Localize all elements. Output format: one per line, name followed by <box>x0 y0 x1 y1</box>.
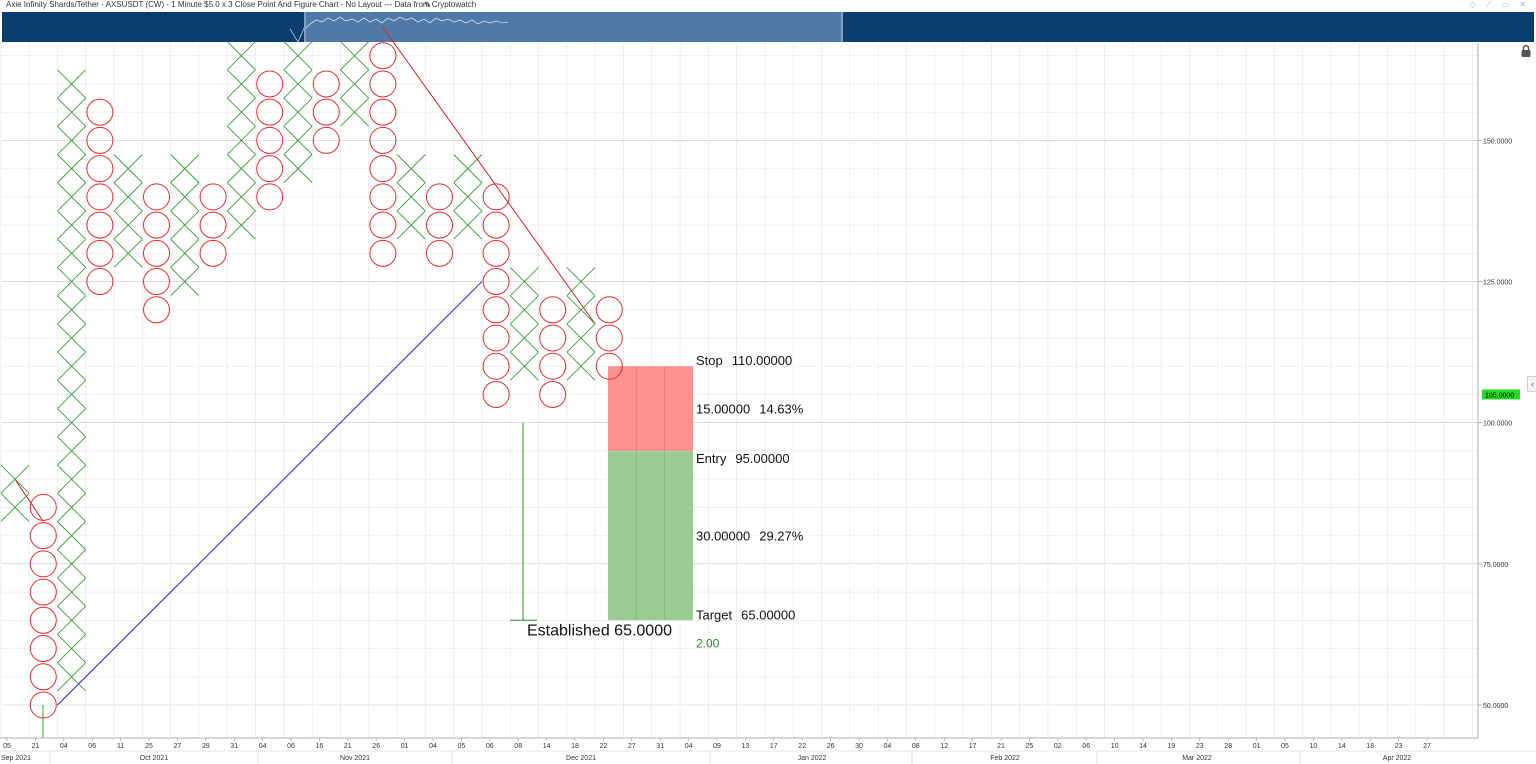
x-tick-label: 12 <box>940 743 948 750</box>
x-tick-label: 17 <box>770 743 778 750</box>
x-tick-label: 04 <box>685 743 693 750</box>
target-label-part: 65.00000 <box>741 607 795 622</box>
x-tick-label: 18 <box>1366 743 1374 750</box>
x-tick-label: 26 <box>372 743 380 750</box>
x-tick-label: 05 <box>458 743 466 750</box>
y-tick-label: 50.0000 <box>1483 703 1508 710</box>
reward-zone <box>608 450 693 621</box>
x-tick-label: 14 <box>543 743 551 750</box>
month-label: Apr 2022 <box>1383 755 1412 762</box>
target-label-part: Target <box>696 607 733 622</box>
x-tick-label: 14 <box>1338 743 1346 750</box>
x-tick-label: 29 <box>202 743 210 750</box>
y-tick-label: 100.0000 <box>1483 421 1512 428</box>
price-count: Established 65.0000 <box>42 422 672 738</box>
risk-label-part: 15.00000 <box>696 402 750 417</box>
y-tick-label: 75.0000 <box>1483 562 1508 569</box>
x-tick-label: 08 <box>514 743 522 750</box>
x-tick-label: 27 <box>174 743 182 750</box>
entry-label-part: 95.00000 <box>735 451 789 466</box>
trendline-bullish-support <box>57 281 483 706</box>
x-tick-label: 01 <box>1253 743 1261 750</box>
month-label: Mar 2022 <box>1182 755 1212 762</box>
entry-label: Entry 95.00000 <box>696 451 790 466</box>
last-price-label: 105.0000 <box>1485 392 1514 399</box>
x-tick-label: 17 <box>969 743 977 750</box>
reward-label-part: 30.00000 <box>696 529 750 544</box>
reward-label: 30.00000 29.27% <box>696 529 804 544</box>
risk-label: 15.00000 14.63% <box>696 402 804 417</box>
month-label: Sep 2021 <box>1 755 31 762</box>
x-tick-label: 05 <box>3 743 11 750</box>
entry-label-part: Entry <box>696 451 727 466</box>
stop-label-part: 110.00000 <box>732 353 793 368</box>
x-tick-label: 02 <box>1054 743 1062 750</box>
month-label: Dec 2021 <box>566 755 596 762</box>
x-tick-label: 18 <box>571 743 579 750</box>
chevron-left-icon[interactable]: ‹ <box>1527 376 1536 392</box>
x-tick-label: 11 <box>117 743 124 750</box>
x-tick-label: 30 <box>855 743 863 750</box>
x-tick-label: 23 <box>1196 743 1204 750</box>
x-tick-label: 10 <box>1310 743 1318 750</box>
x-tick-label: 22 <box>600 743 608 750</box>
x-tick-label: 27 <box>628 743 636 750</box>
x-tick-label: 04 <box>60 743 68 750</box>
lock-icon[interactable] <box>1519 44 1533 58</box>
x-tick-label: 26 <box>827 743 835 750</box>
x-tick-label: 01 <box>401 743 409 750</box>
x-tick-label: 21 <box>997 743 1005 750</box>
ratio-label: 2.00 <box>696 636 720 650</box>
x-tick-label: 04 <box>884 743 892 750</box>
x-tick-label: 06 <box>486 743 494 750</box>
pnf-columns <box>0 41 623 719</box>
x-tick-label: 09 <box>713 743 721 750</box>
x-tick-label: 04 <box>259 743 267 750</box>
grid <box>0 43 1478 738</box>
x-tick-label: 05 <box>1281 743 1289 750</box>
x-tick-label: 06 <box>287 743 295 750</box>
month-label: Feb 2022 <box>990 755 1020 762</box>
y-tick-label: 125.0000 <box>1483 280 1512 287</box>
x-tick-label: 31 <box>656 743 664 750</box>
established-label: Established 65.0000 <box>527 622 672 639</box>
x-tick-label: 31 <box>230 743 238 750</box>
x-tick-label: 23 <box>1395 743 1403 750</box>
month-label: Jan 2022 <box>798 755 827 762</box>
x-tick-label: 25 <box>1026 743 1034 750</box>
month-label: Oct 2021 <box>140 755 169 762</box>
stop-label-part: Stop <box>696 353 723 368</box>
risk-label-part: 14.63% <box>759 402 804 417</box>
x-tick-label: 04 <box>429 743 437 750</box>
x-tick-label: 06 <box>88 743 96 750</box>
x-tick-label: 16 <box>316 743 324 750</box>
x-tick-label: 13 <box>742 743 750 750</box>
x-tick-label: 06 <box>1082 743 1090 750</box>
x-tick-label: 27 <box>1423 743 1431 750</box>
position-zones <box>608 366 693 621</box>
month-label: Nov 2021 <box>340 755 370 762</box>
risk-zone <box>608 366 693 451</box>
target-label: Target 65.00000 <box>696 607 795 622</box>
trendline-bearish-resistance-main <box>382 27 596 325</box>
x-tick-label: 19 <box>1168 743 1176 750</box>
x-tick-label: 22 <box>798 743 806 750</box>
x-tick-label: 28 <box>1224 743 1232 750</box>
ratio-label-part: 2.00 <box>696 636 720 650</box>
x-tick-label: 10 <box>1111 743 1119 750</box>
reward-label-part: 29.27% <box>759 529 804 544</box>
x-tick-label: 21 <box>32 743 40 750</box>
x-tick-label: 21 <box>344 743 352 750</box>
position-labels: Stop 110.00000 15.00000 14.63% Entry 95.00000… <box>696 353 804 650</box>
stop-label: Stop 110.00000 <box>696 353 792 368</box>
y-tick-label: 150.0000 <box>1483 138 1512 145</box>
pnf-chart[interactable]: Established 65.0000 150.0000 125.0000 100.… <box>0 0 1536 764</box>
x-tick-label: 25 <box>145 743 153 750</box>
x-tick-label: 14 <box>1139 743 1147 750</box>
x-tick-label: 08 <box>912 743 920 750</box>
